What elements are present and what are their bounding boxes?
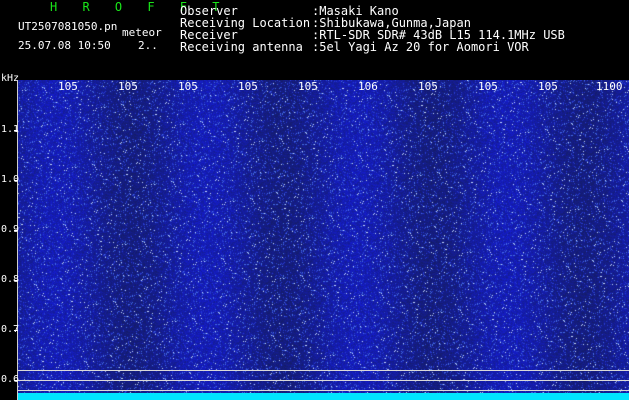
reference-line-upper [18, 370, 629, 371]
file-name: UT2507081050.pn [18, 20, 118, 33]
y-tick-mark [14, 130, 18, 131]
spectrogram-plot [18, 80, 629, 393]
antenna-label: Receiving antenna [180, 40, 303, 54]
reference-line-lower [18, 390, 629, 391]
x-tick-label: 105 [118, 80, 138, 93]
x-tick-label: 106 [358, 80, 378, 93]
y-tick-mark [14, 230, 18, 231]
y-tick-mark [14, 280, 18, 281]
antenna-value: :5el Yagi Az 20 for Aomori VOR [312, 40, 529, 54]
y-tick-mark [14, 180, 18, 181]
x-tick-label: 105 [238, 80, 258, 93]
date-time: 25.07.08 10:50 [18, 39, 111, 52]
signal-level-bar [18, 393, 629, 400]
x-tick-label: 105 [418, 80, 438, 93]
x-tick-label: 105 [58, 80, 78, 93]
x-tick-label: 1100 [596, 80, 623, 93]
reference-line-middle [18, 380, 629, 381]
x-tick-label: 105 [178, 80, 198, 93]
frame-counter: 2.. [138, 39, 158, 52]
x-tick-label: 105 [478, 80, 498, 93]
hrofft-window: H R O F F T UT2507081050.pn meteor 25.07… [0, 0, 629, 400]
y-tick-mark [14, 330, 18, 331]
x-tick-label: 105 [298, 80, 318, 93]
meteor-label: meteor [122, 26, 162, 39]
antenna-row: Receiving antenna :5el Yagi Az 20 for Ao… [180, 41, 529, 53]
x-tick-label: 105 [538, 80, 558, 93]
spectrogram-noise [18, 80, 629, 393]
